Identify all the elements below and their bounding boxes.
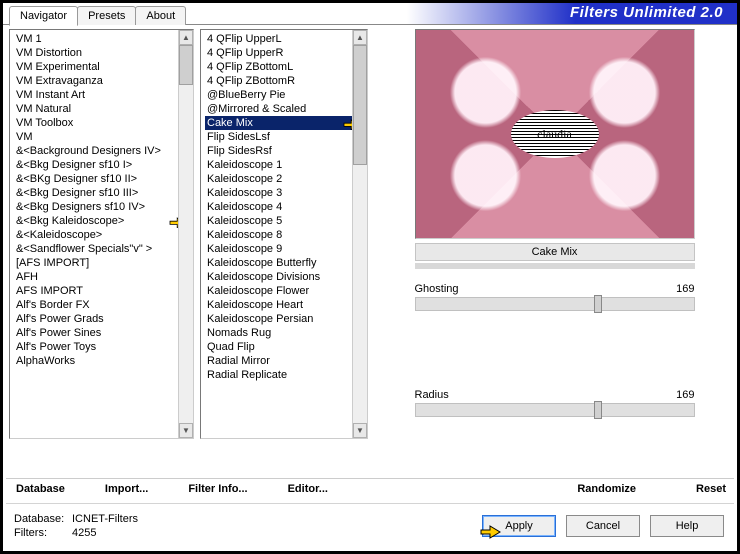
watermark-badge: claudia [511,110,599,158]
status-text: Database:ICNET-Filters Filters:4255 [14,512,138,540]
tab-navigator[interactable]: Navigator [9,6,78,26]
filter-listbox[interactable]: 4 QFlip UpperL4 QFlip UpperR4 QFlip ZBot… [200,29,368,439]
category-scrollbar[interactable]: ▲ ▼ [178,30,193,438]
filter-item[interactable]: @BlueBerry Pie [205,88,367,102]
param-label: Ghosting [415,283,459,295]
filter-item[interactable]: Cake Mix [205,116,367,130]
category-item[interactable]: VM 1 [14,32,193,46]
filter-item[interactable]: 4 QFlip UpperL [205,32,367,46]
scroll-thumb[interactable] [179,45,193,85]
category-item[interactable]: VM Instant Art [14,88,193,102]
category-item[interactable]: AFH [14,270,193,284]
title-underline [415,263,695,269]
category-item[interactable]: &<Kaleidoscope> [14,228,193,242]
filter-item[interactable]: Radial Mirror [205,354,367,368]
slider-knob[interactable] [594,295,602,313]
import-button[interactable]: Import... [101,481,152,497]
selected-filter-title: Cake Mix [415,243,695,261]
filter-item[interactable]: Kaleidoscope 2 [205,172,367,186]
category-item[interactable]: &<Background Designers IV> [14,144,193,158]
filter-item[interactable]: 4 QFlip UpperR [205,46,367,60]
filter-item[interactable]: Kaleidoscope 9 [205,242,367,256]
tab-presets[interactable]: Presets [77,6,136,25]
filter-item[interactable]: Kaleidoscope Heart [205,298,367,312]
param-value: 169 [676,283,694,295]
category-item[interactable]: VM Experimental [14,60,193,74]
editor-button[interactable]: Editor... [284,481,332,497]
filter-item[interactable]: Kaleidoscope Flower [205,284,367,298]
category-item[interactable]: VM Toolbox [14,116,193,130]
footer: Database:ICNET-Filters Filters:4255 Appl… [6,503,734,548]
filter-item[interactable]: Kaleidoscope 4 [205,200,367,214]
filter-item[interactable]: Radial Replicate [205,368,367,382]
reset-button[interactable]: Reset [696,483,726,495]
param-row: Ghosting 169 [415,283,695,295]
category-item[interactable]: &<BKg Designer sf10 II> [14,172,193,186]
filter-item[interactable]: Kaleidoscope 8 [205,228,367,242]
category-listbox[interactable]: VM 1VM DistortionVM ExperimentalVM Extra… [9,29,194,439]
app-title: Filters Unlimited 2.0 [570,4,723,21]
category-item[interactable]: &<Sandflower Specials"v" > [14,242,193,256]
category-item[interactable]: Alf's Border FX [14,298,193,312]
tab-about[interactable]: About [135,6,186,25]
category-item[interactable]: AFS IMPORT [14,284,193,298]
category-item[interactable]: Alf's Power Sines [14,326,193,340]
scroll-up-icon[interactable]: ▲ [179,30,193,45]
randomize-button[interactable]: Randomize [577,483,636,495]
filter-item[interactable]: Flip SidesLsf [205,130,367,144]
slider-knob[interactable] [594,401,602,419]
category-item[interactable]: VM [14,130,193,144]
filter-info-button[interactable]: Filter Info... [184,481,251,497]
scroll-down-icon[interactable]: ▼ [353,423,367,438]
param-label: Radius [415,389,449,401]
filter-item[interactable]: Nomads Rug [205,326,367,340]
category-item[interactable]: VM Distortion [14,46,193,60]
filter-scrollbar[interactable]: ▲ ▼ [352,30,367,438]
help-button[interactable]: Help [650,515,724,537]
navigator-panel: VM 1VM DistortionVM ExperimentalVM Extra… [3,25,737,463]
param-row: Radius 169 [415,389,695,401]
filter-item[interactable]: 4 QFlip ZBottomL [205,60,367,74]
category-item[interactable]: &<Bkg Designer sf10 I> [14,158,193,172]
category-item[interactable]: &<Bkg Designers sf10 IV> [14,200,193,214]
param-value: 169 [676,389,694,401]
filter-item[interactable]: Quad Flip [205,340,367,354]
filter-item[interactable]: Kaleidoscope 3 [205,186,367,200]
filter-item[interactable]: @Mirrored & Scaled [205,102,367,116]
parameter-panel: Ghosting 169 Radius 169 [415,275,695,417]
toolbar: Database Import... Filter Info... Editor… [6,478,734,503]
filter-item[interactable]: Kaleidoscope Persian [205,312,367,326]
cancel-button[interactable]: Cancel [566,515,640,537]
scroll-up-icon[interactable]: ▲ [353,30,367,45]
filter-item[interactable]: Kaleidoscope Divisions [205,270,367,284]
scroll-down-icon[interactable]: ▼ [179,423,193,438]
category-item[interactable]: Alf's Power Toys [14,340,193,354]
scroll-thumb[interactable] [353,45,367,165]
category-item[interactable]: &<Bkg Designer sf10 III> [14,186,193,200]
category-item[interactable]: VM Natural [14,102,193,116]
category-item[interactable]: Alf's Power Grads [14,312,193,326]
filter-item[interactable]: Kaleidoscope Butterfly [205,256,367,270]
title-bar: Navigator Presets About Filters Unlimite… [3,3,737,25]
param-slider[interactable] [415,403,695,417]
filter-item[interactable]: Kaleidoscope 5 [205,214,367,228]
preview-thumbnail: claudia [415,29,695,239]
category-item[interactable]: AlphaWorks [14,354,193,368]
filter-item[interactable]: Kaleidoscope 1 [205,158,367,172]
filter-item[interactable]: 4 QFlip ZBottomR [205,74,367,88]
database-button[interactable]: Database [12,481,69,497]
param-slider[interactable] [415,297,695,311]
category-item[interactable]: [AFS IMPORT] [14,256,193,270]
pointer-hand-icon [478,521,504,541]
category-item[interactable]: &<Bkg Kaleidoscope> [14,214,193,228]
category-item[interactable]: VM Extravaganza [14,74,193,88]
filter-item[interactable]: Flip SidesRsf [205,144,367,158]
